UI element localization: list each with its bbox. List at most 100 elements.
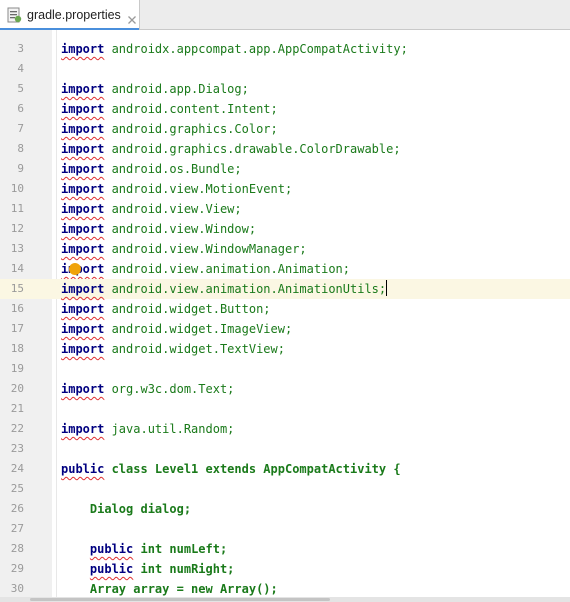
code-line[interactable]: 22 import java.util.Random; (0, 419, 570, 439)
code-line[interactable]: 4 (0, 59, 570, 79)
keyword-token: import (61, 242, 105, 256)
code-text: public class Level1 extends AppCompatAct… (61, 459, 401, 479)
code-line[interactable]: 11 import android.view.View; (0, 199, 570, 219)
close-icon[interactable] (127, 10, 137, 24)
line-number: 18 (10, 342, 24, 355)
line-number: 5 (17, 82, 24, 95)
code-line[interactable]: 29 public int numRight; (0, 559, 570, 579)
code-line[interactable]: 26 Dialog dialog; (0, 499, 570, 519)
code-text: import android.widget.Button; (61, 299, 271, 319)
line-number: 12 (10, 222, 24, 235)
keyword-token: import (61, 42, 105, 56)
line-number: 30 (10, 582, 24, 595)
code-token: android.app.Dialog; (104, 82, 249, 96)
code-line[interactable]: 17 import android.widget.ImageView; (0, 319, 570, 339)
code-text: import android.widget.ImageView; (61, 319, 292, 339)
keyword-token: import (61, 162, 105, 176)
text-caret (386, 280, 388, 296)
code-text: import android.view.View; (61, 199, 242, 219)
keyword-token: import (61, 122, 105, 136)
code-line[interactable]: 14 import android.view.animation.Animatio… (0, 259, 570, 279)
code-line[interactable]: 9 import android.os.Bundle; (0, 159, 570, 179)
code-text: import android.app.Dialog; (61, 79, 249, 99)
code-text: import java.util.Random; (61, 419, 234, 439)
horizontal-scrollbar[interactable] (0, 597, 570, 602)
keyword-token: public (89, 542, 134, 556)
code-line[interactable]: 24 public class Level1 extends AppCompatA… (0, 459, 570, 479)
tab-gradle-properties[interactable]: gradle.properties (0, 0, 140, 31)
code-token: android.view.animation.Animation; (104, 262, 350, 276)
code-line[interactable]: 5 import android.app.Dialog; (0, 79, 570, 99)
code-line[interactable]: 16 import android.widget.Button; (0, 299, 570, 319)
code-line[interactable]: 28 public int numLeft; (0, 539, 570, 559)
code-token: class Level1 extends AppCompatActivity { (104, 462, 401, 476)
code-token: android.widget.TextView; (104, 342, 285, 356)
line-number: 6 (17, 102, 24, 115)
line-number: 25 (10, 482, 24, 495)
code-line[interactable]: 21 (0, 399, 570, 419)
line-number: 7 (17, 122, 24, 135)
line-number: 24 (10, 462, 24, 475)
code-token: android.graphics.drawable.ColorDrawable; (104, 142, 401, 156)
code-text: import android.os.Bundle; (61, 159, 242, 179)
code-text: public int numRight; (61, 559, 235, 579)
code-line[interactable]: 20 import org.w3c.dom.Text; (0, 379, 570, 399)
scrollbar-thumb[interactable] (30, 598, 330, 601)
keyword-token: public (89, 562, 134, 576)
code-token: android.graphics.Color; (104, 122, 278, 136)
line-number: 28 (10, 542, 24, 555)
code-text: Array array = new Array(); (61, 579, 278, 597)
code-line[interactable]: 6 import android.content.Intent; (0, 99, 570, 119)
line-number: 21 (10, 402, 24, 415)
code-text: import androidx.appcompat.app.AppCompatA… (61, 39, 408, 59)
code-token: android.os.Bundle; (104, 162, 242, 176)
code-line[interactable]: 25 (0, 479, 570, 499)
keyword-token: import (61, 322, 105, 336)
code-line[interactable]: 27 (0, 519, 570, 539)
code-text: public int numLeft; (61, 539, 227, 559)
code-text: import android.view.MotionEvent; (61, 179, 292, 199)
line-number: 22 (10, 422, 24, 435)
keyword-token: import (61, 102, 105, 116)
code-line[interactable]: 12 import android.view.Window; (0, 219, 570, 239)
current-code-line[interactable]: 15 import android.view.animation.Animatio… (0, 279, 570, 299)
code-line[interactable]: 18 import android.widget.TextView; (0, 339, 570, 359)
line-number: 19 (10, 362, 24, 375)
code-line[interactable]: 30 Array array = new Array(); (0, 579, 570, 597)
code-text: import android.view.animation.Animation; (61, 259, 350, 279)
keyword-token: import (61, 382, 105, 396)
editor-tab-bar: gradle.properties (0, 0, 570, 31)
keyword-token: import (61, 282, 105, 296)
code-line[interactable]: 23 (0, 439, 570, 459)
line-number: 4 (17, 62, 24, 75)
code-line[interactable]: 7 import android.graphics.Color; (0, 119, 570, 139)
intention-bulb-icon[interactable] (69, 263, 81, 275)
properties-file-icon (6, 7, 22, 23)
code-line[interactable]: 13 import android.view.WindowManager; (0, 239, 570, 259)
line-number: 23 (10, 442, 24, 455)
code-line[interactable]: 19 (0, 359, 570, 379)
line-number: 14 (10, 262, 24, 275)
code-text: import android.view.Window; (61, 219, 256, 239)
code-token: android.view.animation.AnimationUtils; (104, 282, 387, 296)
code-text: import android.widget.TextView; (61, 339, 285, 359)
line-number: 27 (10, 522, 24, 535)
line-number: 29 (10, 562, 24, 575)
code-line[interactable]: 8 import android.graphics.drawable.ColorD… (0, 139, 570, 159)
line-number: 17 (10, 322, 24, 335)
keyword-token: import (61, 422, 105, 436)
code-editor[interactable]: 3 import androidx.appcompat.app.AppCompat… (0, 30, 570, 597)
code-token: android.view.View; (104, 202, 242, 216)
code-line[interactable]: 3 import androidx.appcompat.app.AppCompat… (0, 39, 570, 59)
keyword-token: import (61, 142, 105, 156)
keyword-token: import (61, 182, 105, 196)
line-number: 26 (10, 502, 24, 515)
code-token: Dialog dialog; (61, 502, 192, 516)
code-token: android.widget.Button; (104, 302, 271, 316)
line-number: 11 (10, 202, 24, 215)
code-token: android.view.MotionEvent; (104, 182, 293, 196)
code-line[interactable]: 10 import android.view.MotionEvent; (0, 179, 570, 199)
code-text: import android.graphics.drawable.ColorDr… (61, 139, 401, 159)
code-lines: 3 import androidx.appcompat.app.AppCompat… (0, 39, 570, 597)
line-number: 10 (10, 182, 24, 195)
